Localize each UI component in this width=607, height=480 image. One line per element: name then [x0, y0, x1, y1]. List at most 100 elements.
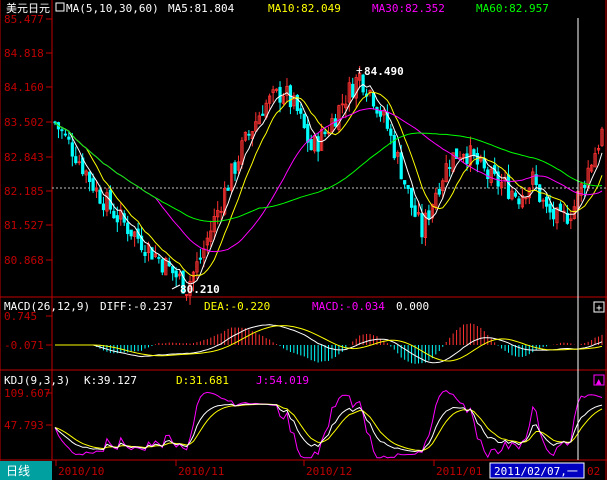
- price-tick-label: 81.527: [4, 219, 44, 232]
- candle-body: [70, 142, 74, 157]
- ma-lines-layer: [54, 83, 603, 285]
- candle-body: [565, 212, 569, 224]
- ma5-line: [54, 83, 603, 285]
- candle-body: [247, 133, 251, 136]
- candle-body: [513, 192, 518, 197]
- candle-body: [583, 184, 587, 188]
- candle-body: [299, 108, 303, 114]
- symbol-title: 美元日元: [6, 2, 50, 15]
- macd-value: MACD:-0.034: [312, 300, 385, 313]
- kdj-k-line: [54, 403, 603, 453]
- ma10-line: [54, 91, 603, 277]
- price-tick-label: 84.160: [4, 81, 44, 94]
- price-axis: 85.47784.81884.16083.50282.84382.18581.5…: [4, 13, 52, 267]
- candlestick-chart[interactable]: 85.47784.81884.16083.50282.84382.18581.5…: [0, 0, 607, 480]
- candle-body: [74, 156, 78, 164]
- candle-body: [437, 189, 441, 195]
- ma10-value: MA10:82.049: [268, 2, 341, 15]
- candle-body: [129, 229, 133, 237]
- date-tick-label: 2011/01: [436, 465, 482, 478]
- candle-body: [67, 136, 71, 140]
- candle-body: [465, 153, 469, 164]
- ma5-value: MA5:81.804: [168, 2, 235, 15]
- candle-body: [278, 86, 282, 103]
- cursor-date: 2011/02/07,一: [494, 465, 578, 478]
- candle-body: [309, 138, 313, 151]
- candle-body: [506, 174, 511, 199]
- low-label: 80.210: [180, 283, 220, 296]
- price-tick-label: 80.868: [4, 254, 44, 267]
- date-axis: 2010/10 2010/11 2010/12 2011/01: [55, 460, 482, 478]
- candle-body: [392, 134, 396, 159]
- macd-tick-label: -0.071: [4, 339, 44, 352]
- candle-body: [413, 205, 417, 217]
- candle-body: [115, 215, 119, 223]
- ma60-value: MA60:82.957: [476, 2, 549, 15]
- candle-body: [448, 167, 452, 169]
- candle-body: [409, 187, 414, 208]
- candle-body: [63, 133, 67, 136]
- kdj-j-line: [54, 390, 603, 459]
- price-tick-label: 83.502: [4, 116, 44, 129]
- period-tab-label: 日线: [6, 464, 30, 478]
- candle-body: [160, 259, 164, 273]
- candle-body: [143, 252, 147, 256]
- svg-text:+: +: [356, 64, 363, 77]
- candle-body: [302, 113, 306, 129]
- candle-body: [60, 129, 64, 132]
- macd-axis: 0.745 -0.071: [4, 310, 52, 352]
- price-tick-label: 82.843: [4, 151, 44, 164]
- chart-frame: [0, 0, 607, 480]
- macd-dea: DEA:-0.220: [204, 300, 270, 313]
- candle-body: [157, 257, 161, 259]
- kdj-axis: 109.607 47.793: [4, 387, 52, 432]
- kdj-tick-label: 47.793: [4, 419, 44, 432]
- ma-indicator[interactable]: MA(5,10,30,60): [66, 2, 159, 15]
- candle-body: [261, 113, 265, 116]
- macd-diff: DIFF:-0.237: [100, 300, 173, 313]
- low-annotation: 80.210: [171, 283, 220, 296]
- candle-body: [551, 208, 556, 220]
- candle-body: [323, 131, 327, 135]
- macd-zero: 0.000: [396, 300, 429, 313]
- ma-toggle-icon[interactable]: [55, 2, 65, 12]
- candle-body: [378, 110, 383, 117]
- candle-body: [545, 196, 549, 207]
- macd-bars-layer: [96, 323, 603, 364]
- date-tick-label: 2010/11: [178, 465, 224, 478]
- date-tick-label: 2010/10: [58, 465, 104, 478]
- kdj-tick-label: 109.607: [4, 387, 50, 400]
- high-annotation: + 84.490: [356, 64, 404, 78]
- candle-body: [389, 128, 393, 136]
- candle-body: [427, 210, 431, 220]
- macd-tick-label: 0.745: [4, 310, 37, 323]
- candle-body: [98, 189, 102, 204]
- candle-body: [351, 83, 355, 98]
- candle-body: [171, 266, 175, 274]
- kdj-k: K:39.127: [84, 374, 137, 387]
- plus-icon: +: [596, 303, 602, 314]
- price-tick-label: 82.185: [4, 185, 44, 198]
- arrow-up-icon: ▲: [596, 377, 602, 387]
- candle-body: [101, 203, 106, 211]
- candle-body: [226, 187, 230, 191]
- candle-body: [112, 210, 116, 219]
- kdj-title: KDJ(9,3,3): [4, 374, 70, 387]
- candle-body: [548, 203, 552, 213]
- candle-body: [399, 152, 403, 180]
- kdj-lines-layer: [54, 390, 603, 459]
- candle-body: [420, 212, 424, 238]
- kdj-j: J:54.019: [256, 374, 309, 387]
- high-label: 84.490: [364, 65, 404, 78]
- kdj-d: D:31.681: [176, 374, 229, 387]
- candle-body: [558, 203, 563, 211]
- candle-body: [371, 92, 376, 107]
- candle-body: [517, 198, 521, 205]
- price-tick-label: 84.818: [4, 47, 44, 60]
- candle-body: [486, 169, 490, 180]
- candle-body: [406, 185, 410, 189]
- candle-body: [91, 178, 95, 191]
- date-tail: 02: [587, 465, 600, 478]
- candle-body: [233, 162, 237, 174]
- candle-body: [174, 270, 178, 278]
